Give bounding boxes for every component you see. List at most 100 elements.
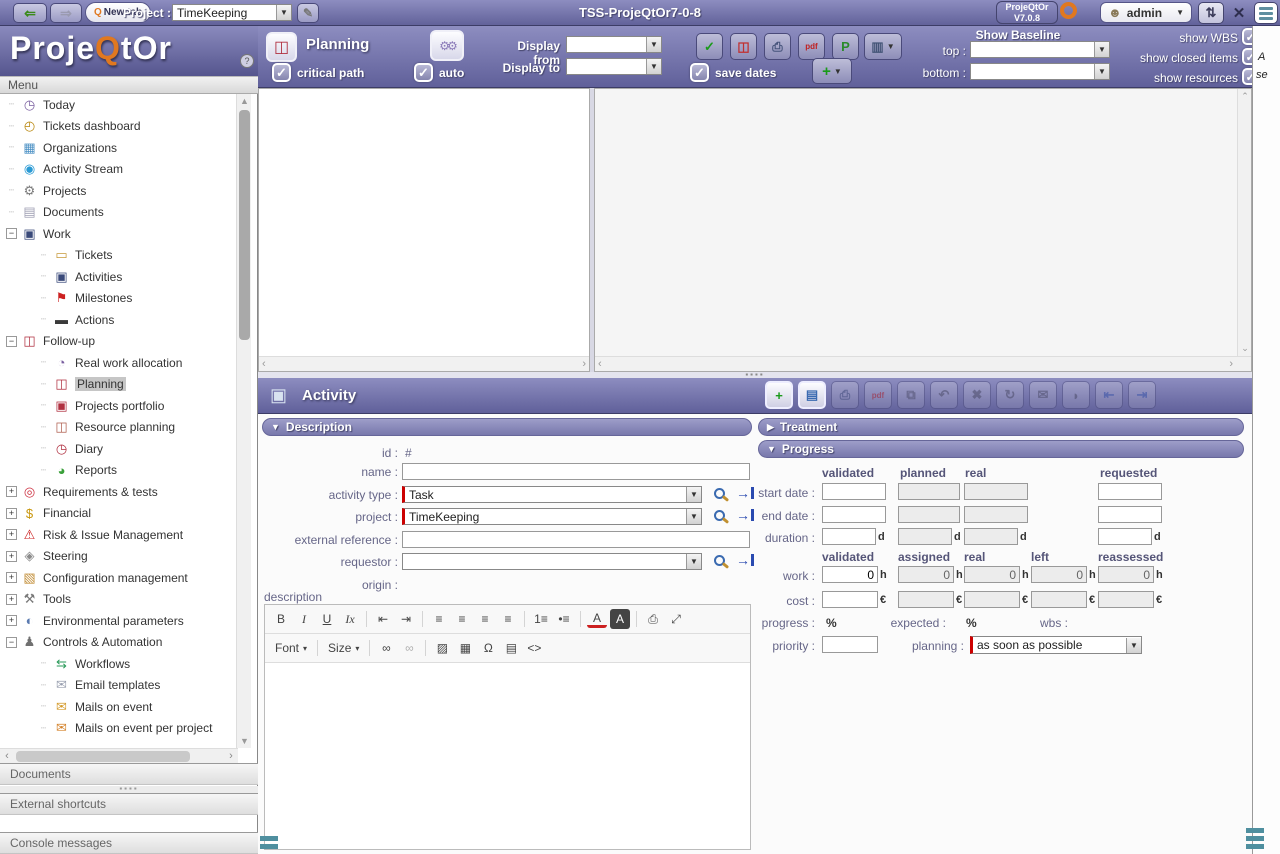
scroll-right-icon[interactable]: › (1229, 357, 1233, 371)
source-icon[interactable]: <> (524, 638, 544, 658)
chevron-down-icon[interactable]: ▼ (686, 487, 701, 502)
start-date-validated-input[interactable] (822, 483, 886, 500)
remove-format-icon[interactable]: Ix (340, 609, 360, 629)
menu-item-reports[interactable]: ┄◕Reports (0, 460, 238, 482)
panel-splitter[interactable]: ▪▪▪▪ (0, 786, 258, 793)
expand-icon[interactable]: + (6, 551, 17, 562)
menu-item-mails-on-event-per-project[interactable]: ┄✉Mails on event per project (0, 718, 238, 740)
scroll-left-icon[interactable]: ‹ (0, 749, 14, 764)
chevron-down-icon[interactable]: ▼ (1126, 638, 1141, 653)
auto-option[interactable]: ✓ auto (414, 63, 464, 82)
name-input[interactable] (402, 463, 750, 480)
unordered-list-icon[interactable]: •≡ (554, 609, 574, 629)
critical-path-option[interactable]: ✓ critical path (272, 63, 364, 82)
expand-icon[interactable]: + (6, 594, 17, 605)
size-dropdown[interactable]: Size▾ (324, 641, 363, 655)
text-color-icon[interactable]: A (587, 611, 607, 628)
scrollbar-thumb[interactable] (16, 751, 190, 762)
planning-mode-select[interactable]: as soon as possible ▼ (970, 636, 1142, 654)
save-dates-option[interactable]: ✓ save dates (690, 63, 776, 82)
search-icon[interactable] (714, 488, 725, 499)
paste-icon[interactable]: ▤ (501, 638, 521, 658)
checkbox-checked-icon[interactable]: ✓ (272, 63, 291, 82)
scroll-up-icon[interactable]: ⌃ (1238, 91, 1252, 102)
priority-input[interactable] (822, 636, 878, 653)
menu-item-actions[interactable]: ┄▬Actions (0, 309, 238, 331)
menu-item-work[interactable]: −▣Work (0, 223, 238, 245)
menu-item-configuration-management[interactable]: +▧Configuration management (0, 567, 238, 589)
menu-item-tickets[interactable]: ┄▭Tickets (0, 245, 238, 267)
work-validated-input[interactable] (822, 566, 878, 583)
menu-item-environmental-parameters[interactable]: +◐Environmental parameters (0, 610, 238, 632)
menu-item-planning[interactable]: ┄◫Planning (0, 374, 238, 396)
menu-item-projects-portfolio[interactable]: ┄▣Projects portfolio (0, 395, 238, 417)
menu-vertical-scrollbar[interactable]: ▲ ▼ (236, 94, 251, 748)
checkbox-checked-icon[interactable]: ✓ (414, 63, 433, 82)
ordered-list-icon[interactable]: 1≡ (531, 609, 551, 629)
corner-menu-button[interactable] (1254, 2, 1278, 24)
gantt-chart-vscrollbar[interactable]: ⌃ ⌄ (1237, 89, 1251, 356)
scroll-right-icon[interactable]: › (224, 749, 238, 764)
collapse-icon[interactable]: − (6, 637, 17, 648)
menu-item-today[interactable]: ┄◷Today (0, 94, 238, 116)
external-reference-input[interactable] (402, 531, 750, 548)
end-date-validated-input[interactable] (822, 506, 886, 523)
menu-item-activity-stream[interactable]: ┄◉Activity Stream (0, 159, 238, 181)
project-field-select[interactable]: TimeKeeping ▼ (402, 508, 702, 525)
external-shortcuts-panel-header[interactable]: External shortcuts (0, 793, 258, 815)
version-badge[interactable]: ProjeQtOr V7.0.8 (996, 1, 1058, 24)
chevron-down-icon[interactable]: ▼ (686, 554, 701, 569)
progress-section-header[interactable]: ▼ Progress (758, 440, 1244, 458)
bottom-left-splitter-handle[interactable] (260, 836, 278, 849)
menu-item-tools[interactable]: +⚒Tools (0, 589, 238, 611)
print-icon[interactable]: ⎙ (643, 609, 663, 629)
start-date-requested-input[interactable] (1098, 483, 1162, 500)
console-messages-panel-header[interactable]: Console messages (0, 832, 258, 854)
chevron-down-icon[interactable]: ▼ (646, 59, 661, 74)
collapse-icon[interactable]: − (6, 336, 17, 347)
columns-selector-button[interactable]: ▥ ▼ (864, 33, 902, 60)
new-button[interactable]: + (765, 381, 793, 409)
search-icon[interactable] (714, 510, 725, 521)
link-icon[interactable]: ∞ (376, 638, 396, 658)
menu-panel-header[interactable]: Menu (0, 76, 258, 94)
end-date-requested-input[interactable] (1098, 506, 1162, 523)
expand-icon[interactable]: + (6, 486, 17, 497)
indent-increase-icon[interactable]: ⇥ (396, 609, 416, 629)
menu-item-real-work-allocation[interactable]: ┄◔Real work allocation (0, 352, 238, 374)
auto-gears-button[interactable]: ⚙⚙ (430, 30, 464, 61)
menu-item-controls-automation[interactable]: −♟Controls & Automation (0, 632, 238, 654)
image-icon[interactable]: ▨ (432, 638, 452, 658)
indent-decrease-icon[interactable]: ⇤ (373, 609, 393, 629)
scroll-left-icon[interactable]: ‹ (598, 357, 602, 371)
scrollbar-thumb[interactable] (239, 110, 250, 340)
menu-item-organizations[interactable]: ┄▦Organizations (0, 137, 238, 159)
menu-item-workflows[interactable]: ┄⇆Workflows (0, 653, 238, 675)
activity-type-select[interactable]: Task ▼ (402, 486, 702, 503)
chevron-down-icon[interactable]: ▼ (686, 509, 701, 524)
align-left-icon[interactable]: ≡ (429, 609, 449, 629)
menu-item-resource-planning[interactable]: ┄◫Resource planning (0, 417, 238, 439)
bottom-right-splitter-handle[interactable] (1246, 828, 1264, 849)
menu-item-projects[interactable]: ┄⚙Projects (0, 180, 238, 202)
align-right-icon[interactable]: ≡ (475, 609, 495, 629)
search-icon[interactable] (714, 555, 725, 566)
duration-requested-input[interactable] (1098, 528, 1152, 545)
save-button[interactable]: ▤ (798, 381, 826, 409)
scroll-up-icon[interactable]: ▲ (237, 94, 252, 108)
menu-item-tickets-dashboard[interactable]: ┄◴Tickets dashboard (0, 116, 238, 138)
align-justify-icon[interactable]: ≡ (498, 609, 518, 629)
expand-icon[interactable]: + (6, 615, 17, 626)
expand-icon[interactable]: + (6, 572, 17, 583)
bold-icon[interactable]: B (271, 609, 291, 629)
cost-validated-input[interactable] (822, 591, 878, 608)
print-button[interactable]: ⎙ (764, 33, 791, 60)
goto-detail-icon[interactable]: → (736, 509, 754, 521)
documents-panel-header[interactable]: Documents (0, 763, 258, 785)
help-icon[interactable]: ? (240, 54, 254, 68)
expand-button[interactable]: ✕ (1227, 2, 1251, 24)
underline-icon[interactable]: U (317, 609, 337, 629)
align-center-icon[interactable]: ≡ (452, 609, 472, 629)
checkbox-checked-icon[interactable]: ✓ (690, 63, 709, 82)
description-section-header[interactable]: ▼ Description (262, 418, 752, 436)
